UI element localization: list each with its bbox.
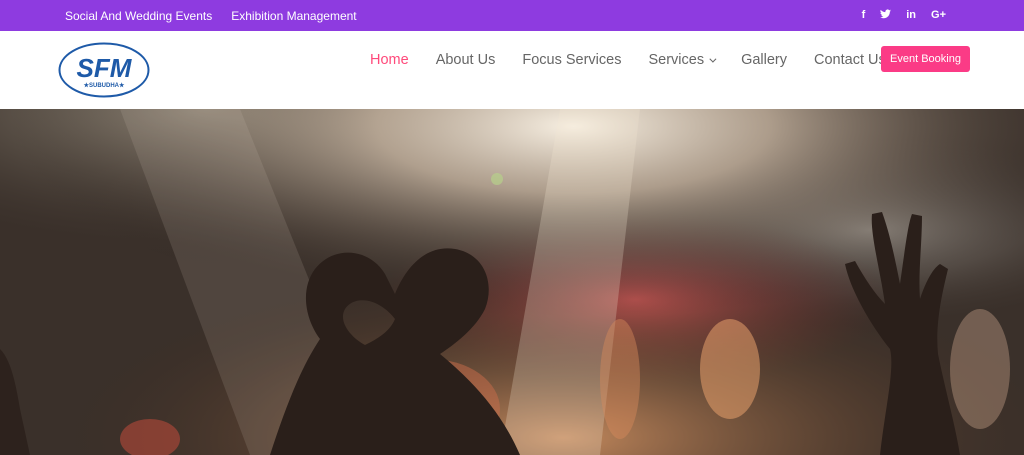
linkedin-icon[interactable]: in	[906, 10, 916, 21]
logo-main-text: SFM	[77, 53, 133, 83]
nav-focus-services[interactable]: Focus Services	[522, 52, 621, 68]
top-links: Social And Wedding Events Exhibition Man…	[65, 0, 357, 31]
social-links: f in G+	[862, 0, 946, 31]
hero-image	[0, 109, 1024, 455]
chevron-down-icon	[709, 55, 717, 63]
main-nav: Home About Us Focus Services Services Ga…	[370, 31, 886, 89]
nav-about-us[interactable]: About Us	[436, 52, 496, 68]
nav-services-label: Services	[648, 52, 705, 68]
site-header: SFM ★SUBUDHA★ Home About Us Focus Servic…	[0, 31, 1024, 109]
google-plus-icon[interactable]: G+	[931, 10, 946, 21]
top-link-social-wedding[interactable]: Social And Wedding Events	[65, 9, 212, 23]
facebook-icon[interactable]: f	[862, 10, 866, 21]
twitter-icon[interactable]	[880, 9, 892, 22]
nav-home[interactable]: Home	[370, 52, 409, 68]
top-link-exhibition[interactable]: Exhibition Management	[231, 9, 356, 23]
top-bar: Social And Wedding Events Exhibition Man…	[0, 0, 1024, 31]
nav-gallery[interactable]: Gallery	[741, 52, 787, 68]
concert-crowd-image	[0, 109, 1024, 455]
event-booking-button[interactable]: Event Booking	[881, 46, 970, 72]
nav-services[interactable]: Services	[648, 52, 717, 68]
sfm-logo[interactable]: SFM ★SUBUDHA★	[58, 42, 150, 98]
nav-contact-us[interactable]: Contact Us	[814, 52, 886, 68]
logo-sub-text: ★SUBUDHA★	[84, 82, 125, 89]
